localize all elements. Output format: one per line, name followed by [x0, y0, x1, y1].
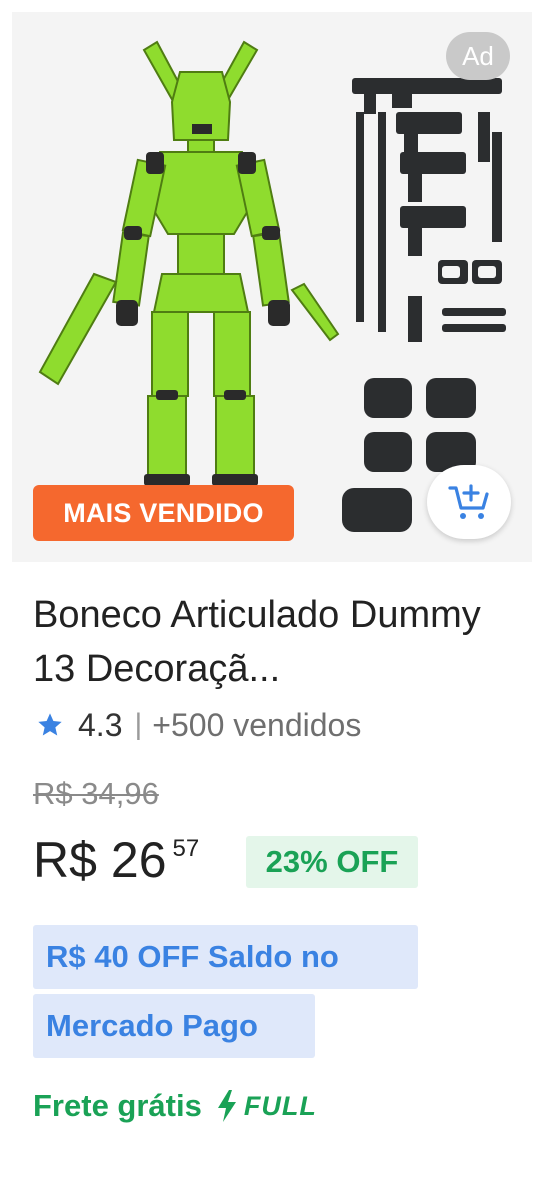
price-integer: 26 [110, 832, 167, 888]
price-currency: R$ [33, 832, 97, 888]
promo-line-2: Mercado Pago [33, 994, 315, 1058]
shipping-label: Frete grátis [33, 1088, 202, 1123]
product-card[interactable]: Ad MAIS VENDIDO Boneco Articulado Dummy … [0, 0, 537, 1193]
rating-separator: | [134, 708, 143, 741]
current-price: R$ 26 57 [33, 828, 199, 898]
discount-badge: 23% OFF [246, 836, 418, 888]
promo-line-1: R$ 40 OFF Saldo no [33, 925, 418, 989]
add-to-cart-button[interactable] [427, 465, 511, 539]
add-to-cart-icon [448, 484, 489, 519]
price-cents: 57 [172, 835, 200, 862]
ad-badge: Ad [446, 32, 510, 80]
best-seller-badge: MAIS VENDIDO [33, 485, 294, 541]
product-title[interactable]: Boneco Articulado Dummy 13 Decoraçã... [33, 588, 523, 696]
rating-score: 4.3 [78, 706, 123, 743]
lightning-bolt-icon [216, 1090, 238, 1122]
rating-row: 4.3 | +500 vendidos [36, 703, 361, 747]
star-icon [36, 711, 64, 739]
sold-count: +500 vendidos [152, 706, 362, 743]
original-price: R$ 34,96 [33, 776, 159, 811]
free-shipping: Frete grátis FULL [33, 1084, 317, 1128]
full-badge: FULL [243, 1090, 317, 1121]
